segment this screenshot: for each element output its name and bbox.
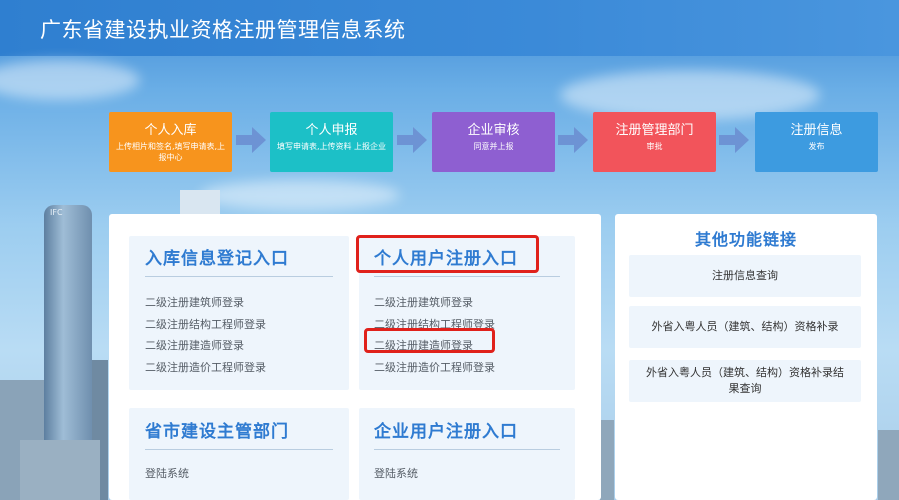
flow-step-personal-entry: 个人入库 上传相片和签名,填写申请表,上报中心 [109, 112, 232, 172]
registration-query-link[interactable]: 注册信息查询 [629, 255, 861, 297]
province-login-link[interactable]: 登陆系统 [145, 465, 189, 481]
flow-step-title: 企业审核 [467, 123, 520, 138]
flow-step-title: 个人入库 [144, 123, 197, 138]
arrow-right-icon [236, 127, 266, 153]
enterprise-section-title: 企业用户注册入口 [374, 422, 518, 442]
flow-step-registration-info: 注册信息 发布 [755, 112, 878, 172]
arrow-right-icon [397, 127, 427, 153]
flow-step-desc: 审批 [646, 142, 663, 151]
highlight-box [364, 328, 495, 353]
system-title: 广东省建设执业资格注册管理信息系统 [40, 18, 406, 42]
other-links-title: 其他功能链接 [694, 230, 797, 249]
arrow-right-icon [558, 127, 588, 153]
entry-cost-login-link[interactable]: 二级注册造价工程师登录 [145, 359, 266, 375]
flow-step-title: 注册信息 [790, 123, 843, 138]
highlight-box [356, 235, 539, 273]
entry-architect-login-link[interactable]: 二级注册建筑师登录 [145, 294, 244, 310]
flow-step-company-review: 企业审核 同意并上报 [432, 112, 555, 172]
divider [145, 449, 333, 450]
personal-cost-login-link[interactable]: 二级注册造价工程师登录 [374, 359, 495, 375]
flow-step-registration-dept: 注册管理部门 审批 [593, 112, 716, 172]
building-image [600, 420, 614, 500]
tower-label: IFC [50, 208, 63, 217]
supplement-record-link[interactable]: 外省入粤人员（建筑、结构）资格补录 [629, 306, 861, 348]
flow-step-desc: 同意并上报 [473, 142, 514, 151]
cloud-decoration [0, 60, 140, 100]
arrow-right-icon [719, 127, 749, 153]
building-image [878, 430, 899, 500]
entry-section-title: 入库信息登记入口 [145, 249, 289, 269]
flow-step-desc: 填写申请表,上传资料 上报企业 [276, 142, 387, 151]
flow-step-title: 注册管理部门 [615, 123, 694, 138]
building-image [20, 440, 100, 500]
flow-step-desc: 发布 [808, 142, 825, 151]
cloud-decoration [200, 180, 400, 210]
flow-step-title: 个人申报 [305, 123, 358, 138]
entry-constructor-login-link[interactable]: 二级注册建造师登录 [145, 337, 244, 353]
personal-architect-login-link[interactable]: 二级注册建筑师登录 [374, 294, 473, 310]
supplement-result-query-link[interactable]: 外省入粤人员（建筑、结构）资格补录结果查询 [629, 360, 861, 402]
divider [145, 276, 333, 277]
top-banner: 广东省建设执业资格注册管理信息系统 [0, 0, 899, 56]
divider [374, 449, 560, 450]
enterprise-login-link[interactable]: 登陆系统 [374, 465, 418, 481]
province-section-title: 省市建设主管部门 [145, 422, 289, 442]
flow-step-desc: 上传相片和签名,填写申请表,上报中心 [115, 142, 226, 162]
divider [374, 276, 560, 277]
building-image [180, 190, 220, 215]
flow-step-personal-apply: 个人申报 填写申请表,上传资料 上报企业 [270, 112, 393, 172]
entry-structural-login-link[interactable]: 二级注册结构工程师登录 [145, 316, 266, 332]
